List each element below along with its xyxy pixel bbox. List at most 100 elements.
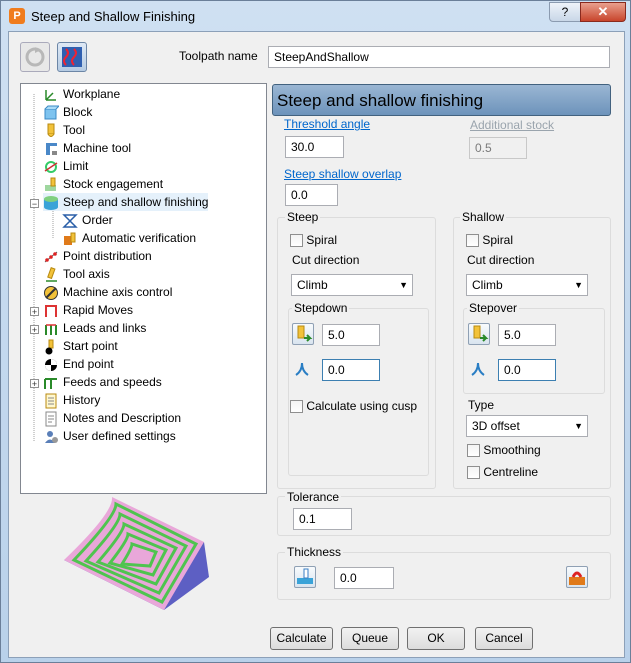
threshold-angle-input[interactable]: 30.0 [285, 136, 344, 158]
tree-item-label: Stock engagement [63, 177, 164, 191]
help-button[interactable]: ? [549, 2, 581, 22]
min-stepdown-input[interactable]: 0.0 [322, 359, 380, 381]
min-stepover-input[interactable]: 0.0 [498, 359, 556, 381]
tool-arrow-icon [473, 325, 489, 342]
tree-item-label: Limit [63, 159, 89, 173]
cancel-button[interactable]: Cancel [475, 627, 533, 650]
additional-stock-link: Additional stock [470, 118, 555, 132]
threshold-angle-link[interactable]: Threshold angle [284, 117, 370, 131]
tolerance-input[interactable]: 0.1 [293, 508, 352, 530]
ok-button[interactable]: OK [407, 627, 465, 650]
steep-spiral-label: Spiral [306, 233, 338, 247]
rapid-moves-icon [43, 303, 59, 319]
tree-item-rapid-moves[interactable]: Rapid Moves [43, 301, 133, 319]
tree-item-notes[interactable]: Notes and Description [43, 409, 181, 427]
tree-item-label: User defined settings [63, 429, 176, 443]
expand-toggle[interactable]: + [30, 325, 39, 335]
tree-item-tool[interactable]: Tool [43, 121, 85, 139]
tree-item-automatic-verification[interactable]: Automatic verification [62, 229, 196, 247]
tree-item-machine-axis-control[interactable]: Machine axis control [43, 283, 172, 301]
shallow-cut-direction-value: Climb [472, 278, 503, 292]
verification-icon [62, 231, 78, 247]
collapse-toggle[interactable]: − [30, 199, 39, 209]
smoothing-checkbox[interactable]: Smoothing [467, 443, 541, 458]
window-title: Steep and Shallow Finishing [31, 9, 196, 24]
calculate-cusp-checkbox[interactable]: Calculate using cusp [290, 399, 417, 414]
recycle-button[interactable] [20, 42, 50, 72]
steep-spiral-checkbox[interactable]: Spiral [290, 233, 338, 248]
stepover-input[interactable]: 5.0 [498, 324, 556, 346]
type-label: Type [468, 398, 495, 412]
tree-item-leads-links[interactable]: Leads and links [43, 319, 146, 337]
close-button[interactable]: ✕ [580, 2, 626, 22]
type-value: 3D offset [472, 419, 520, 433]
tree-item-label: Start point [63, 339, 118, 353]
stepdown-input[interactable]: 5.0 [322, 324, 380, 346]
steep-group-title: Steep [285, 210, 321, 224]
tree-item-order[interactable]: Order [62, 211, 113, 229]
additional-stock-input: 0.5 [469, 137, 527, 159]
expand-toggle[interactable]: + [30, 307, 39, 317]
tolerance-label: Tolerance [285, 490, 342, 504]
limit-icon [43, 159, 59, 175]
tree-item-history[interactable]: History [43, 391, 100, 409]
shallow-group-title: Shallow [460, 210, 507, 224]
tree-item-label: Block [63, 105, 93, 119]
thickness-icon [297, 568, 313, 584]
component-thickness-icon [569, 571, 585, 585]
tree-item-label: Automatic verification [82, 231, 197, 245]
block-icon [43, 105, 61, 121]
user-settings-icon [43, 429, 59, 445]
feeds-speeds-icon [43, 375, 59, 391]
tree-item-label: Rapid Moves [63, 303, 134, 317]
shallow-cut-direction-select[interactable]: Climb ▼ [466, 274, 588, 296]
tree-item-block[interactable]: Block [43, 103, 92, 121]
calculate-button[interactable]: Calculate [270, 627, 333, 650]
stepdown-from-tool-button[interactable] [292, 323, 314, 345]
tree-item-stock-engagement[interactable]: Stock engagement [43, 175, 163, 193]
steep-shallow-overlap-link[interactable]: Steep shallow overlap [284, 167, 401, 181]
thickness-input[interactable]: 0.0 [334, 567, 394, 589]
tree-item-end-point[interactable]: End point [43, 355, 114, 373]
toolpath-name-input[interactable]: SteepAndShallow [268, 46, 610, 68]
chevron-down-icon: ▼ [399, 280, 408, 290]
title-bar: P Steep and Shallow Finishing ? ✕ [1, 1, 630, 31]
tree-item-label: Machine tool [63, 141, 132, 155]
chevron-down-icon: ▼ [574, 280, 583, 290]
tree-item-point-distribution[interactable]: Point distribution [43, 247, 152, 265]
thickness-from-model-button[interactable] [294, 566, 316, 588]
tree-item-limit[interactable]: Limit [43, 157, 88, 175]
stepdown-group-title: Stepdown [292, 301, 350, 315]
stock-engagement-icon [43, 177, 59, 193]
show-toolpath-button[interactable] [57, 42, 87, 72]
overlap-input[interactable]: 0.0 [285, 184, 338, 206]
toolpath-name-label: Toolpath name [179, 49, 258, 63]
stepover-from-tool-button[interactable] [468, 323, 490, 345]
centreline-checkbox[interactable]: Centreline [467, 465, 539, 480]
tree-item-label: Notes and Description [63, 411, 182, 425]
tree-item-start-point[interactable]: Start point [43, 337, 118, 355]
thickness-settings-button[interactable] [566, 566, 588, 588]
tree-item-label: Point distribution [63, 249, 152, 263]
tree-item-machine-tool[interactable]: Machine tool [43, 139, 131, 157]
tree-item-steep-shallow[interactable]: Steep and shallow finishing [43, 193, 208, 211]
settings-tree[interactable]: − + + + Workplane Block Tool Machine too… [20, 83, 267, 494]
queue-button[interactable]: Queue [341, 627, 399, 650]
type-select[interactable]: 3D offset ▼ [466, 415, 588, 437]
tree-item-feeds-speeds[interactable]: Feeds and speeds [43, 373, 162, 391]
centreline-label: Centreline [483, 465, 539, 479]
steep-cut-direction-select[interactable]: Climb ▼ [291, 274, 413, 296]
smoothing-label: Smoothing [483, 443, 541, 457]
expand-toggle[interactable]: + [30, 379, 39, 389]
stepover-group [463, 308, 605, 394]
steep-cut-direction-value: Climb [297, 278, 328, 292]
shallow-spiral-checkbox[interactable]: Spiral [466, 233, 513, 248]
thickness-group [277, 552, 611, 600]
tree-item-user-settings[interactable]: User defined settings [43, 427, 176, 445]
dialog-window: P Steep and Shallow Finishing ? ✕ Toolpa… [0, 0, 631, 663]
leads-links-icon [43, 321, 59, 337]
tree-item-tool-axis[interactable]: Tool axis [43, 265, 110, 283]
recycle-icon [25, 47, 45, 67]
tree-item-workplane[interactable]: Workplane [43, 85, 120, 103]
notes-icon [43, 411, 59, 427]
